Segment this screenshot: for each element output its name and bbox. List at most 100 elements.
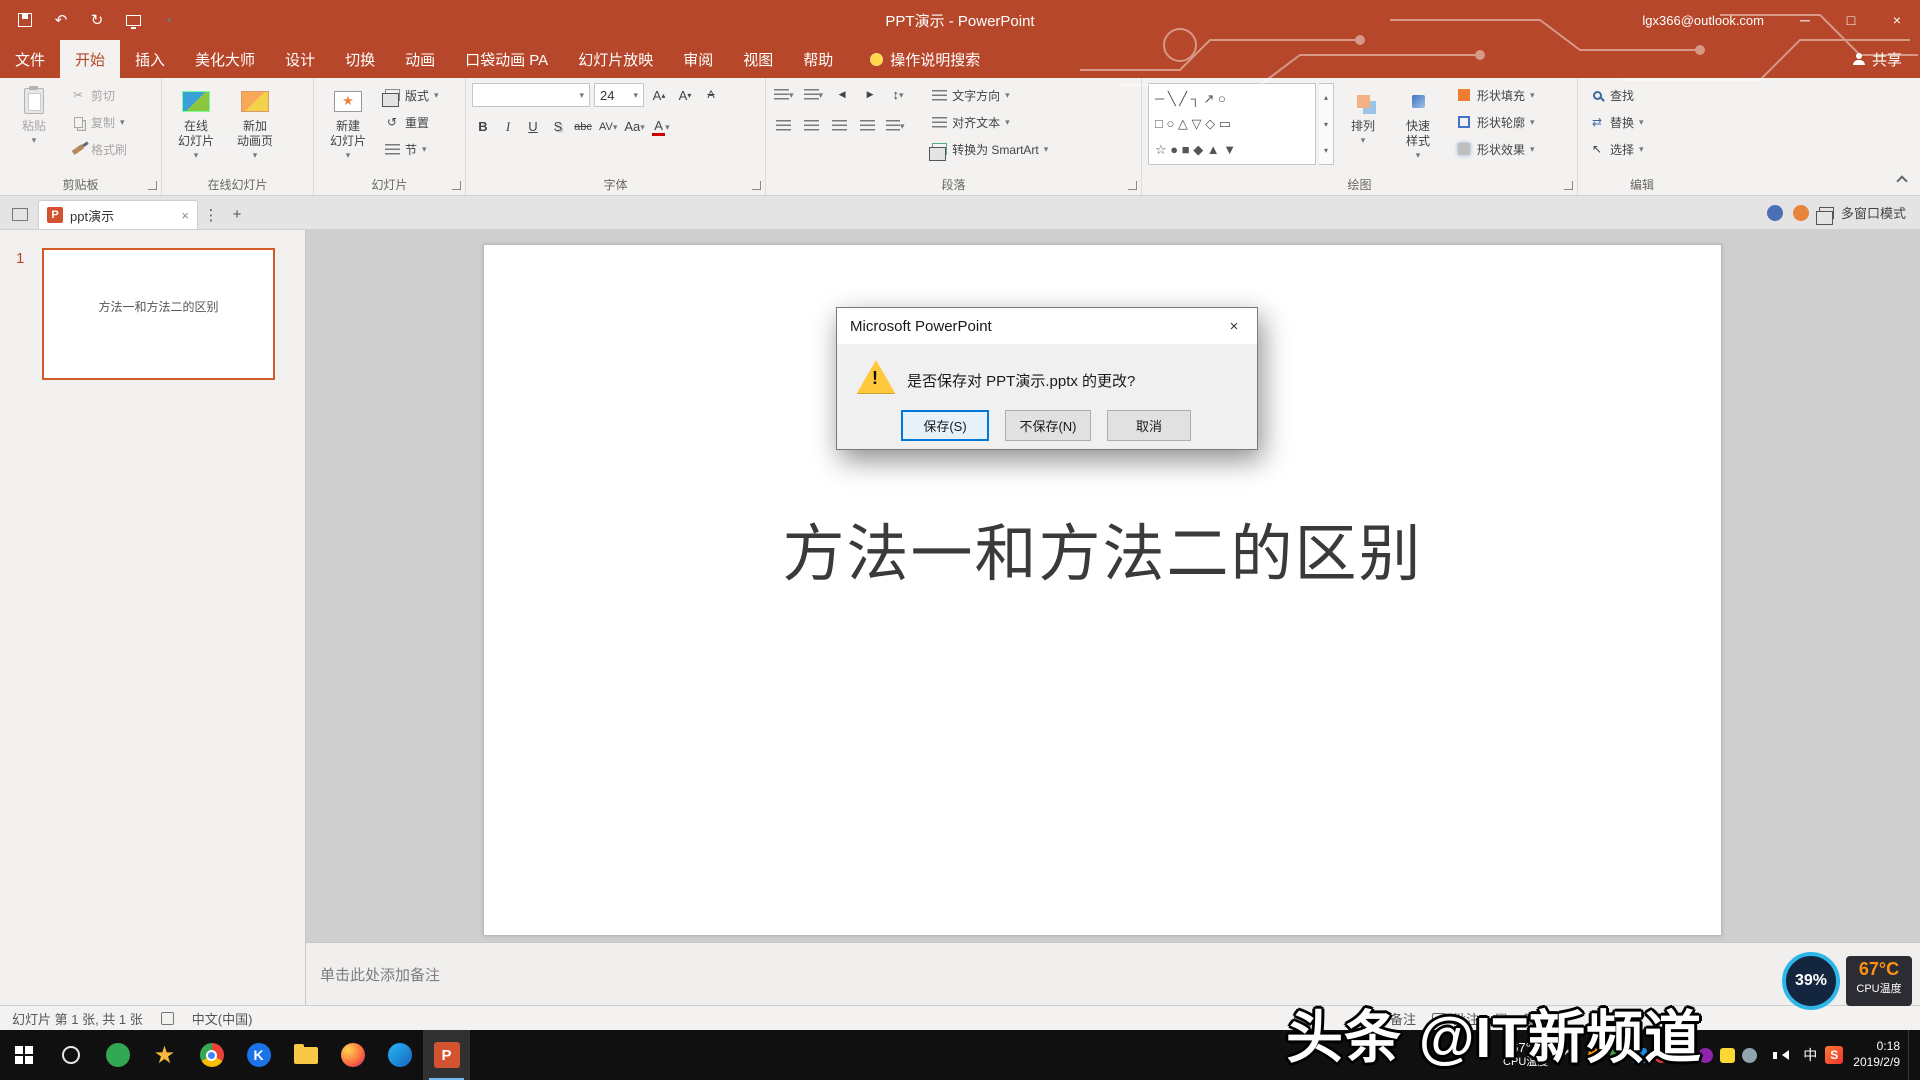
align-left-button[interactable]: [772, 114, 794, 137]
multi-window-button[interactable]: 多窗口模式: [1819, 203, 1906, 222]
reset-button[interactable]: ↺ 重置: [379, 110, 444, 134]
taskbar-app-green-browser[interactable]: [94, 1030, 141, 1080]
convert-to-smartart-button[interactable]: 转换为 SmartArt ▾: [926, 137, 1053, 161]
undo-button[interactable]: ↶: [46, 5, 76, 35]
quick-styles-button[interactable]: 快速 样式 ▾: [1392, 83, 1444, 167]
shape-outline-button[interactable]: 形状轮廓 ▾: [1451, 110, 1540, 134]
dialog-launcher-icon[interactable]: [1128, 181, 1137, 190]
maximize-button[interactable]: □: [1828, 0, 1874, 40]
text-direction-button[interactable]: 文字方向 ▾: [926, 83, 1053, 107]
underline-button[interactable]: U: [522, 115, 544, 138]
scroll-up-icon[interactable]: ▴: [1319, 84, 1333, 111]
scroll-down-icon[interactable]: ▾: [1319, 111, 1333, 138]
tab-list-icon[interactable]: [12, 208, 28, 221]
clock[interactable]: 0:18 2019/2/9: [1853, 1039, 1900, 1070]
character-spacing-button[interactable]: AV▾: [597, 115, 619, 138]
collapse-ribbon-icon[interactable]: [1896, 175, 1907, 186]
cancel-button[interactable]: 取消: [1107, 410, 1191, 441]
justify-button[interactable]: [856, 114, 878, 137]
clear-formatting-button[interactable]: A: [700, 84, 722, 107]
minimize-button[interactable]: ─: [1782, 0, 1828, 40]
start-slideshow-button[interactable]: [118, 5, 148, 35]
cut-button[interactable]: ✂ 剪切: [65, 83, 132, 107]
ime-indicator[interactable]: 中: [1803, 1045, 1817, 1065]
gallery-more-icon[interactable]: ▾: [1319, 137, 1333, 164]
layout-button[interactable]: 版式 ▾: [379, 83, 444, 107]
bullets-button[interactable]: ▾: [772, 83, 796, 106]
shape-gallery-scroll[interactable]: ▴ ▾ ▾: [1319, 83, 1334, 165]
tab-design[interactable]: 设计: [270, 40, 330, 78]
tab-animations[interactable]: 动画: [390, 40, 450, 78]
save-button[interactable]: [10, 5, 40, 35]
tray-icon[interactable]: [1742, 1048, 1757, 1063]
action-center-button[interactable]: [1908, 1030, 1920, 1080]
taskbar-app-favorites[interactable]: ★: [141, 1030, 188, 1080]
tab-view[interactable]: 视图: [728, 40, 788, 78]
tray-icon[interactable]: [1720, 1048, 1735, 1063]
replace-button[interactable]: ⇄ 替换 ▾: [1584, 110, 1649, 134]
online-slide-button[interactable]: 在线 幻灯片 ▾: [168, 83, 224, 167]
strikethrough-button[interactable]: abc: [572, 115, 594, 138]
tab-close-icon[interactable]: ×: [181, 208, 189, 223]
text-shadow-button[interactable]: S: [547, 115, 569, 138]
find-button[interactable]: 查找: [1584, 83, 1649, 107]
bold-button[interactable]: B: [472, 115, 494, 138]
save-button-dialog[interactable]: 保存(S): [901, 410, 989, 441]
tab-beautify-master[interactable]: 美化大师: [180, 40, 270, 78]
tell-me-search[interactable]: 操作说明搜索: [870, 40, 980, 78]
align-center-button[interactable]: [800, 114, 822, 137]
taskbar-app-k[interactable]: K: [235, 1030, 282, 1080]
new-slide-button[interactable]: ★ 新建 幻灯片 ▾: [320, 83, 376, 167]
grow-font-button[interactable]: A▴: [648, 84, 670, 107]
slide-thumbnail[interactable]: 方法一和方法二的区别: [42, 248, 275, 380]
close-button[interactable]: ×: [1874, 0, 1920, 40]
shape-gallery[interactable]: ─ ╲ ╱ ┐ ↗ ○ □ ○ △ ▽ ◇ ▭ ☆ ● ■ ◆ ▲ ▼: [1148, 83, 1316, 165]
align-text-button[interactable]: 对齐文本 ▾: [926, 110, 1053, 134]
tab-transitions[interactable]: 切换: [330, 40, 390, 78]
increase-indent-button[interactable]: ▶: [859, 83, 881, 106]
taskbar-file-explorer[interactable]: [282, 1030, 329, 1080]
settings-icon[interactable]: [1793, 205, 1809, 221]
dont-save-button[interactable]: 不保存(N): [1005, 410, 1091, 441]
tab-slideshow[interactable]: 幻灯片放映: [563, 40, 668, 78]
language-indicator[interactable]: 中文(中国): [192, 1009, 253, 1028]
taskbar-app-blue-browser[interactable]: [376, 1030, 423, 1080]
arrange-button[interactable]: 排列 ▾: [1337, 83, 1389, 167]
cortana-search-button[interactable]: [47, 1030, 94, 1080]
change-case-button[interactable]: Aa▾: [622, 115, 646, 138]
addin-icon[interactable]: [1767, 205, 1783, 221]
shape-effects-button[interactable]: 形状效果 ▾: [1451, 137, 1540, 161]
tab-help[interactable]: 帮助: [788, 40, 848, 78]
start-button[interactable]: [0, 1030, 47, 1080]
redo-button[interactable]: ↻: [82, 5, 112, 35]
slide-title-text[interactable]: 方法一和方法二的区别: [484, 503, 1721, 593]
dialog-launcher-icon[interactable]: [452, 181, 461, 190]
align-right-button[interactable]: [828, 114, 850, 137]
copy-button[interactable]: 复制 ▾: [65, 110, 132, 134]
font-name-combo[interactable]: ▾: [472, 83, 590, 107]
volume-button[interactable]: [1773, 1050, 1789, 1060]
sogou-input-icon[interactable]: S: [1825, 1046, 1843, 1064]
decrease-indent-button[interactable]: ◀: [831, 83, 853, 106]
tab-pocket-animation[interactable]: 口袋动画 PA: [450, 40, 563, 78]
tab-insert[interactable]: 插入: [120, 40, 180, 78]
customize-quick-access-button[interactable]: ▾: [154, 5, 184, 35]
section-button[interactable]: 节 ▾: [379, 137, 444, 161]
spellcheck-icon[interactable]: [161, 1012, 174, 1025]
line-spacing-button[interactable]: ↕▾: [887, 83, 909, 106]
font-color-button[interactable]: A▾: [650, 115, 672, 138]
tab-review[interactable]: 审阅: [668, 40, 728, 78]
new-tab-button[interactable]: +: [224, 200, 250, 229]
document-tab[interactable]: P ppt演示 ×: [38, 200, 198, 229]
taskbar-app-powerpoint[interactable]: P: [423, 1030, 470, 1080]
select-button[interactable]: ↖ 选择 ▾: [1584, 137, 1649, 161]
columns-button[interactable]: ▾: [884, 114, 907, 137]
taskbar-app-firefox[interactable]: [329, 1030, 376, 1080]
dialog-launcher-icon[interactable]: [148, 181, 157, 190]
tab-file[interactable]: 文件: [0, 40, 60, 78]
shrink-font-button[interactable]: A▾: [674, 84, 696, 107]
new-animation-page-button[interactable]: 新加 动画页 ▾: [227, 83, 283, 167]
italic-button[interactable]: I: [497, 115, 519, 138]
dialog-launcher-icon[interactable]: [752, 181, 761, 190]
taskbar-app-chrome[interactable]: [188, 1030, 235, 1080]
